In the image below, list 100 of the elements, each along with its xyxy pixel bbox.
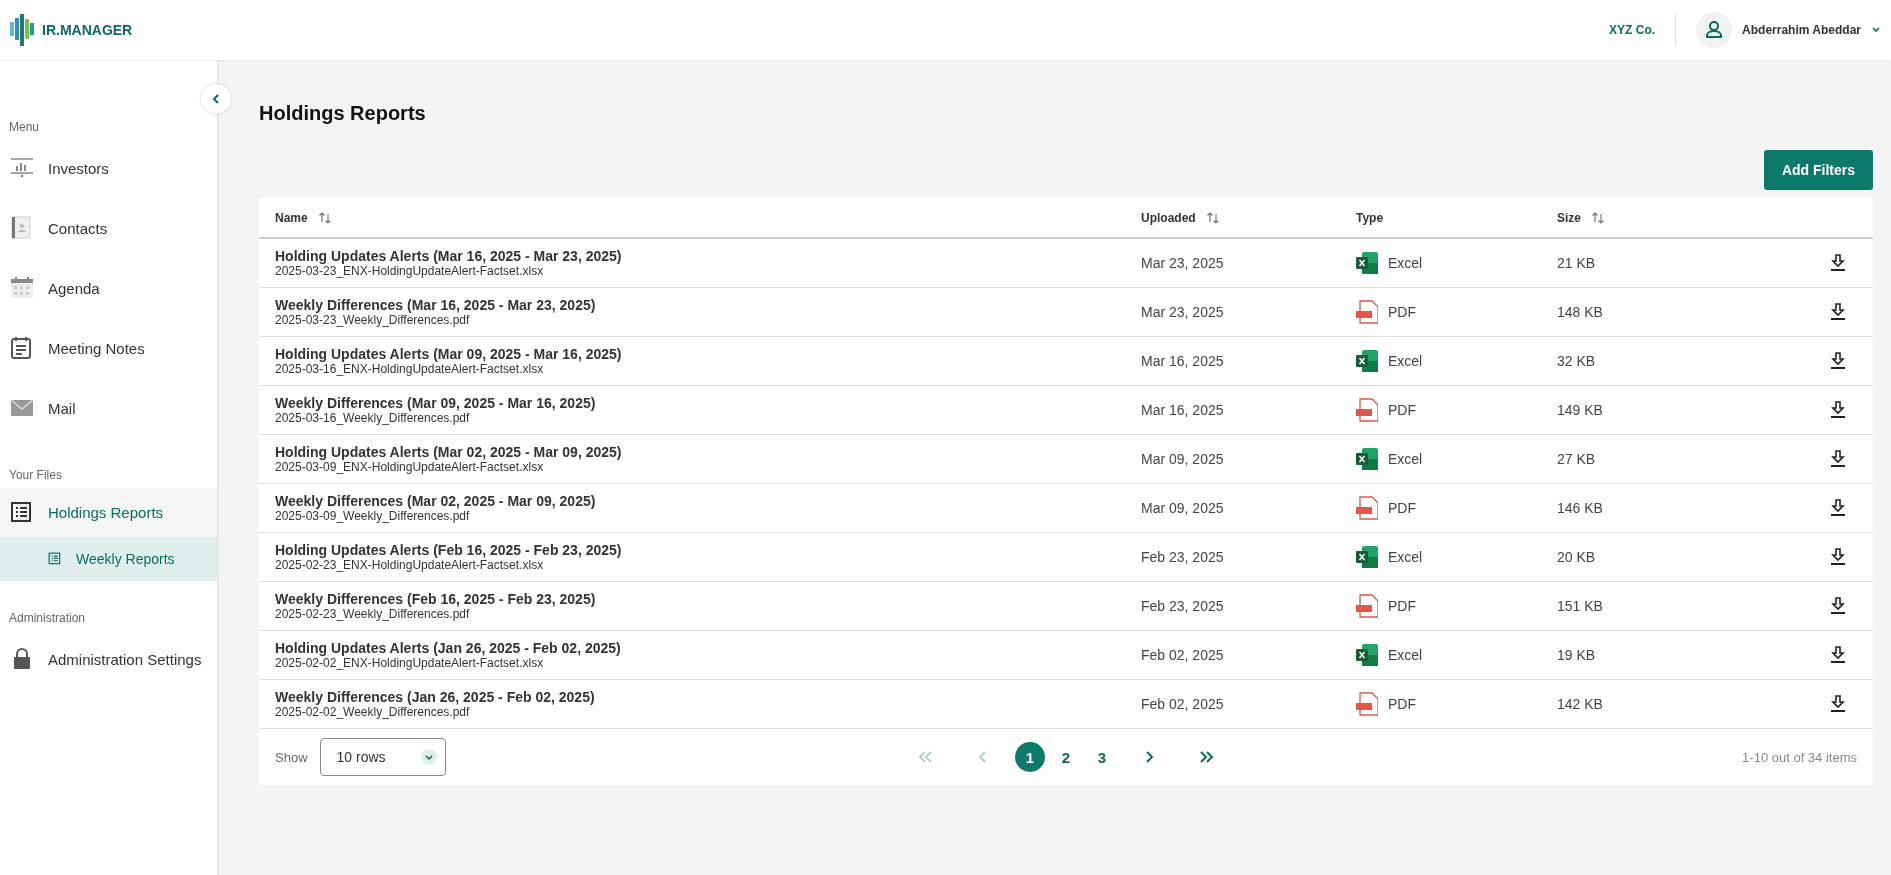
file-name: 2025-02-02_Weekly_Differences.pdf (275, 705, 471, 719)
section-label: Menu (8, 120, 41, 134)
file-type: Excel (1388, 255, 1423, 271)
pdf-file-icon (1356, 692, 1378, 716)
spreadsheet-file-icon (1356, 447, 1378, 471)
download-icon[interactable] (1829, 352, 1847, 370)
table-cell-text: 148 KB (1557, 304, 1604, 320)
sort-icon[interactable] (1591, 210, 1605, 225)
show-label: Show (275, 749, 308, 765)
pagination-summary: 1-10 out of 34 items (1742, 749, 1857, 765)
download-icon[interactable] (1829, 401, 1847, 419)
download-icon[interactable] (1829, 695, 1847, 713)
file-type: PDF (1388, 598, 1416, 614)
table-cell-text: 21 KB (1557, 255, 1597, 271)
pdf-file-icon (1356, 496, 1378, 520)
column-header[interactable]: Name (275, 210, 308, 225)
page-button[interactable]: 3 (1087, 742, 1117, 772)
logo-text: IR.MANAGER (42, 22, 133, 38)
table-row[interactable]: Holding Updates Alerts (Mar 09, 2025 - Mar 16, 2025) 2025-03-16_ENX-HoldingUpdateAlert-Factset.xlsx Mar 16, 2025 Excel 32 KB (259, 337, 1873, 386)
rows-per-page-select[interactable]: 10 rows (319, 738, 446, 776)
notepad-icon (10, 336, 34, 360)
report-title: Weekly Differences (Feb 16, 2025 - Feb 23, 2025) (275, 591, 597, 607)
sidebar-item[interactable]: Mail (0, 378, 217, 438)
chevron-down-icon[interactable] (1871, 26, 1881, 34)
table-row[interactable]: Holding Updates Alerts (Jan 26, 2025 - Feb 02, 2025) 2025-02-02_ENX-HoldingUpdateAlert-Factset.xlsx Feb 02, 2025 Excel 19 KB (259, 631, 1873, 680)
file-type: PDF (1388, 696, 1416, 712)
download-icon[interactable] (1829, 548, 1847, 566)
table-row[interactable]: Weekly Differences (Mar 02, 2025 - Mar 09, 2025) 2025-03-09_Weekly_Differences.pdf Mar 09, 2025 PDF 146 KB (259, 484, 1873, 533)
file-name: 2025-03-23_Weekly_Differences.pdf (275, 313, 471, 327)
column-header[interactable]: Type (1356, 210, 1384, 225)
pdf-file-icon (1356, 300, 1378, 324)
pdf-file-icon (1356, 398, 1378, 422)
table-cell-text: 27 KB (1557, 451, 1597, 467)
page-button[interactable]: 2 (1051, 742, 1081, 772)
page-title: Holdings Reports (259, 102, 427, 125)
table-row[interactable]: Weekly Differences (Mar 09, 2025 - Mar 16, 2025) 2025-03-16_Weekly_Differences.pdf Mar 16, 2025 PDF 149 KB (259, 386, 1873, 435)
table-cell-text: 151 KB (1557, 598, 1604, 614)
sort-icon[interactable] (1205, 210, 1220, 225)
table-cell-text: Mar 09, 2025 (1141, 500, 1225, 516)
file-type: Excel (1388, 549, 1423, 565)
download-icon[interactable] (1829, 254, 1847, 272)
table-cell-text: 149 KB (1557, 402, 1604, 418)
report-title: Weekly Differences (Mar 09, 2025 - Mar 16, 2025) (275, 395, 597, 411)
sidebar-item[interactable]: Meeting Notes (0, 318, 217, 378)
collapse-button[interactable] (201, 84, 231, 114)
column-header[interactable]: Uploaded (1141, 210, 1196, 225)
download-icon[interactable] (1829, 499, 1847, 517)
sidebar-item[interactable]: Administration Settings (0, 629, 217, 689)
user-name[interactable]: Abderrahim Abeddar (1742, 23, 1861, 37)
table-row[interactable]: Weekly Differences (Jan 26, 2025 - Feb 02, 2025) 2025-02-02_Weekly_Differences.pdf Feb 02, 2025 PDF 142 KB (259, 680, 1873, 729)
file-name: 2025-02-23_ENX-HoldingUpdateAlert-Factset.xlsx (275, 558, 545, 572)
chevron-left-icon (211, 93, 221, 105)
chevron-down-icon (420, 749, 437, 765)
sidebar-item[interactable]: Agenda (0, 258, 217, 318)
table-cell-text: Mar 16, 2025 (1141, 402, 1225, 418)
table-row[interactable]: Holding Updates Alerts (Mar 16, 2025 - Mar 23, 2025) 2025-03-23_ENX-HoldingUpdateAlert-Factset.xlsx Mar 23, 2025 Excel 21 KB (259, 239, 1873, 288)
spreadsheet-file-icon (1356, 251, 1378, 275)
sidebar-item[interactable]: Holdings Reports (0, 488, 217, 537)
file-name: 2025-02-02_ENX-HoldingUpdateAlert-Factset.xlsx (275, 656, 545, 670)
company-name[interactable]: XYZ Co. (1609, 23, 1656, 37)
file-type: PDF (1388, 402, 1416, 418)
contact-book-icon (10, 216, 34, 240)
table-row[interactable]: Holding Updates Alerts (Feb 16, 2025 - Feb 23, 2025) 2025-02-23_ENX-HoldingUpdateAlert-Factset.xlsx Feb 23, 2025 Excel 20 KB (259, 533, 1873, 582)
report-title: Holding Updates Alerts (Mar 02, 2025 - Mar 09, 2025) (275, 444, 623, 460)
file-name: 2025-03-23_ENX-HoldingUpdateAlert-Factset.xlsx (275, 264, 545, 278)
double-chevron-left-icon (917, 749, 933, 765)
pdf-file-icon (1356, 594, 1378, 618)
download-icon[interactable] (1829, 597, 1847, 615)
table-row[interactable]: Weekly Differences (Feb 16, 2025 - Feb 23, 2025) 2025-02-23_Weekly_Differences.pdf Feb 23, 2025 PDF 151 KB (259, 582, 1873, 631)
user-avatar-icon[interactable] (1696, 12, 1733, 48)
report-title: Weekly Differences (Mar 02, 2025 - Mar 09, 2025) (275, 493, 597, 509)
table-row[interactable]: Holding Updates Alerts (Mar 02, 2025 - Mar 09, 2025) 2025-03-09_ENX-HoldingUpdateAlert-Factset.xlsx Mar 09, 2025 Excel 27 KB (259, 435, 1873, 484)
sidebar-item[interactable]: Investors (0, 138, 217, 198)
section-label: Your Files (8, 468, 63, 482)
spreadsheet-file-icon (1356, 545, 1378, 569)
report-title: Holding Updates Alerts (Feb 16, 2025 - Feb 23, 2025) (275, 542, 623, 558)
table-cell-text: Mar 16, 2025 (1141, 353, 1225, 369)
spreadsheet-file-icon (1356, 643, 1378, 667)
sidebar-item[interactable]: Contacts (0, 198, 217, 258)
table-cell-text: 19 KB (1557, 647, 1597, 663)
list-icon (48, 552, 62, 566)
sidebar-item[interactable]: Weekly Reports (0, 537, 217, 581)
bar-chart-icon (10, 156, 34, 180)
sort-icon[interactable] (317, 210, 332, 225)
report-title: Holding Updates Alerts (Jan 26, 2025 - Feb 02, 2025) (275, 640, 622, 656)
file-name: 2025-03-09_ENX-HoldingUpdateAlert-Factset.xlsx (275, 460, 545, 474)
table-cell-text: Mar 23, 2025 (1141, 304, 1225, 320)
download-icon[interactable] (1829, 646, 1847, 664)
download-icon[interactable] (1829, 450, 1847, 468)
download-icon[interactable] (1829, 303, 1847, 321)
report-title: Holding Updates Alerts (Mar 16, 2025 - Mar 23, 2025) (275, 248, 623, 264)
file-type: PDF (1388, 304, 1416, 320)
page-button[interactable]: 1 (1015, 742, 1045, 772)
report-title: Weekly Differences (Mar 16, 2025 - Mar 23, 2025) (275, 297, 597, 313)
column-header[interactable]: Size (1557, 210, 1581, 225)
logo-icon (10, 14, 36, 46)
table-row[interactable]: Weekly Differences (Mar 16, 2025 - Mar 23, 2025) 2025-03-23_Weekly_Differences.pdf Mar 23, 2025 PDF 148 KB (259, 288, 1873, 337)
file-name: 2025-02-23_Weekly_Differences.pdf (275, 607, 471, 621)
table-cell-text: 32 KB (1557, 353, 1597, 369)
add-filters-button[interactable]: Add Filters (1763, 150, 1873, 190)
